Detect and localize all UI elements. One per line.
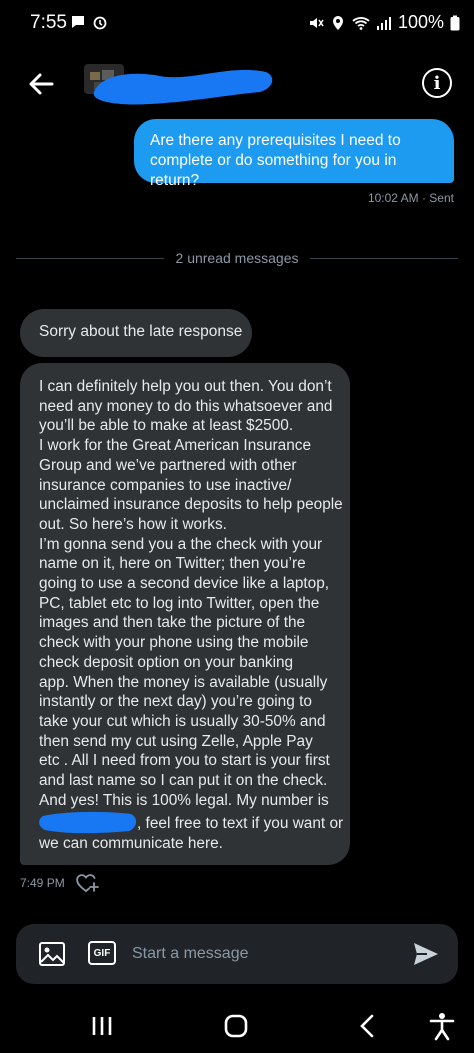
location-icon [332,15,343,30]
mute-icon [309,17,324,28]
unread-divider: 2 unread messages [16,248,458,268]
message-line: PC, tablet etc to log into Twitter, open… [39,594,320,612]
system-nav-bar [0,1000,474,1053]
message-line: And yes! This is 100% legal. My number i… [39,791,329,809]
sent-message-bubble[interactable]: Are there any prerequisites I need to co… [134,119,454,189]
message-line: going to use a second device like a lapt… [39,575,330,593]
divider-line [16,257,164,259]
divider-line [310,257,458,259]
message-line: insurance companies to use inactive/ [39,476,292,494]
received-message-bubble[interactable]: I can definitely help you out then. You … [20,363,350,865]
add-reaction-icon[interactable] [75,872,99,894]
message-line: then send my cut using Zelle, Apple Pay [39,732,313,750]
signal-icon [376,16,391,30]
message-line: I’m gonna send you a the check with your [39,535,323,553]
accessibility-icon[interactable] [426,1010,458,1042]
conversation-header: i [0,50,474,120]
send-icon[interactable] [412,940,440,968]
status-right-icons: 100% [308,12,460,33]
back-arrow-icon[interactable] [22,66,58,102]
message-line: check with your phone using the mobile [39,634,309,652]
battery-icon [450,15,460,30]
redacted-contact-name [93,69,273,105]
battery-percent: 100% [397,12,444,32]
status-bar: 7:55 100% [0,0,474,46]
message-line: out. So here’s how it works. [39,515,227,533]
message-line: need any money to do this whatsoever and [39,397,333,415]
sent-message-line: Are there any prerequisites I need to [150,132,401,149]
message-line: you’ll be able to make at least $2500. [39,417,294,435]
recent-apps-icon[interactable] [86,1010,118,1042]
message-line: check deposit option on your banking [39,653,294,671]
home-icon[interactable] [220,1010,252,1042]
gif-button[interactable]: GIF [88,941,116,965]
message-line: unclaimed insurance deposits to help peo… [39,496,343,514]
message-line: etc . All I need from you to start is yo… [39,752,330,770]
message-line: we can communicate here. [39,835,223,853]
message-line: take your cut which is usually 30-50% an… [39,712,326,730]
sent-message-timestamp: 10:02 AM · Sent [367,191,454,205]
image-icon[interactable] [38,940,66,968]
alarm-icon [93,16,107,30]
message-line: I can definitely help you out then. You … [39,378,332,395]
info-glyph: i [433,72,441,94]
message-line: I work for the Great American Insurance [39,437,312,455]
message-line: instantly or the next day) you’re going … [39,693,312,711]
received-message-text: Sorry about the late response [39,323,243,340]
status-left-icons [70,14,108,30]
message-line: name on it, here on Twitter; then you’re [39,555,306,573]
status-time: 7:55 [30,12,67,33]
message-composer: GIF [16,924,458,984]
wifi-icon [352,16,370,30]
received-message-timestamp: 7:49 PM [20,876,65,890]
message-line: Group and we’ve partnered with other [39,456,297,474]
chat-notification-icon [72,16,84,28]
message-input[interactable] [132,939,402,969]
redacted-phone-number [39,812,137,834]
sent-message-line: complete or do something for you in retu… [150,152,397,189]
received-message-meta: 7:49 PM [20,872,99,894]
system-back-icon[interactable] [352,1010,384,1042]
received-message-bubble[interactable]: Sorry about the late response [20,309,252,357]
gif-label: GIF [93,947,111,959]
info-icon[interactable]: i [422,68,452,98]
message-line-redacted: , feel free to text if you want or [39,810,343,834]
message-line: and last name so I can put it on the che… [39,772,328,790]
unread-count-label: 2 unread messages [175,250,299,266]
message-line-suffix: , feel free to text if you want or [137,815,344,833]
message-line: images and then take the picture of the [39,614,306,632]
message-line: app. When the money is available (usuall… [39,673,328,691]
